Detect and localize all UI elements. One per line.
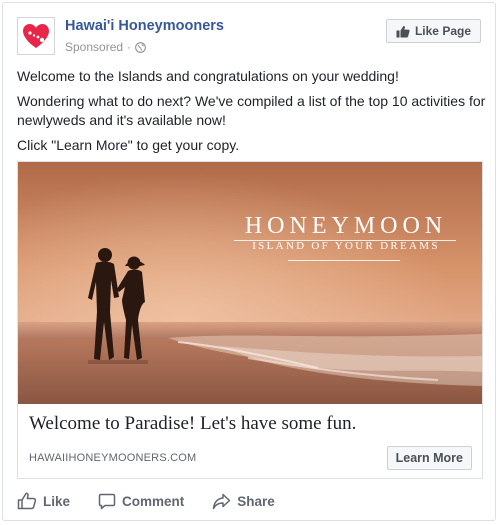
comment-icon [98, 493, 116, 509]
comment-label: Comment [122, 493, 185, 509]
globe-icon[interactable] [135, 41, 146, 53]
page-avatar[interactable] [17, 17, 55, 55]
sponsored-post-card: Hawai'i Honeymooners Sponsored · Like Pa… [2, 2, 496, 521]
share-icon [213, 493, 231, 509]
like-label: Like [43, 493, 71, 509]
meta-separator: · [127, 40, 132, 54]
share-label: Share [237, 493, 275, 509]
post-body-line-2: Wondering what to do next? We've compile… [17, 93, 486, 128]
share-button[interactable]: Share [212, 493, 275, 510]
thumbs-up-icon [396, 25, 410, 37]
hero-subtitle: ISLAND OF YOUR DREAMS [252, 240, 440, 252]
learn-more-button[interactable]: Learn More [386, 446, 472, 470]
post-body: Welcome to the Islands and congratulatio… [17, 67, 487, 161]
like-button[interactable]: Like [17, 492, 70, 510]
post-actions-bar: Like Comment Share [17, 489, 483, 513]
thumbs-up-icon [17, 492, 37, 510]
post-meta: Sponsored · [65, 40, 146, 54]
link-attachment[interactable]: HONEYMOON ISLAND OF YOUR DREAMS Welcome … [17, 161, 483, 479]
sponsored-label[interactable]: Sponsored [65, 40, 123, 54]
hero-title: HONEYMOON [244, 213, 448, 239]
post-header: Hawai'i Honeymooners Sponsored · Like Pa… [17, 15, 483, 61]
link-info[interactable]: Welcome to Paradise! Let's have some fun… [18, 404, 482, 478]
link-domain: HAWAIIHONEYMOONERS.COM [29, 452, 197, 464]
like-page-label: Like Page [414, 24, 471, 38]
post-body-line-1: Welcome to the Islands and congratulatio… [17, 68, 399, 84]
hero-divider-bottom [288, 260, 400, 261]
comment-button[interactable]: Comment [98, 493, 184, 510]
post-body-line-3: Click "Learn More" to get your copy. [17, 137, 240, 153]
heart-logo-icon [23, 24, 49, 48]
link-headline[interactable]: Welcome to Paradise! Let's have some fun… [29, 413, 356, 435]
beach-couple-hero-image[interactable] [18, 162, 482, 404]
like-page-button[interactable]: Like Page [385, 19, 481, 43]
page-name-link[interactable]: Hawai'i Honeymooners [65, 18, 224, 34]
